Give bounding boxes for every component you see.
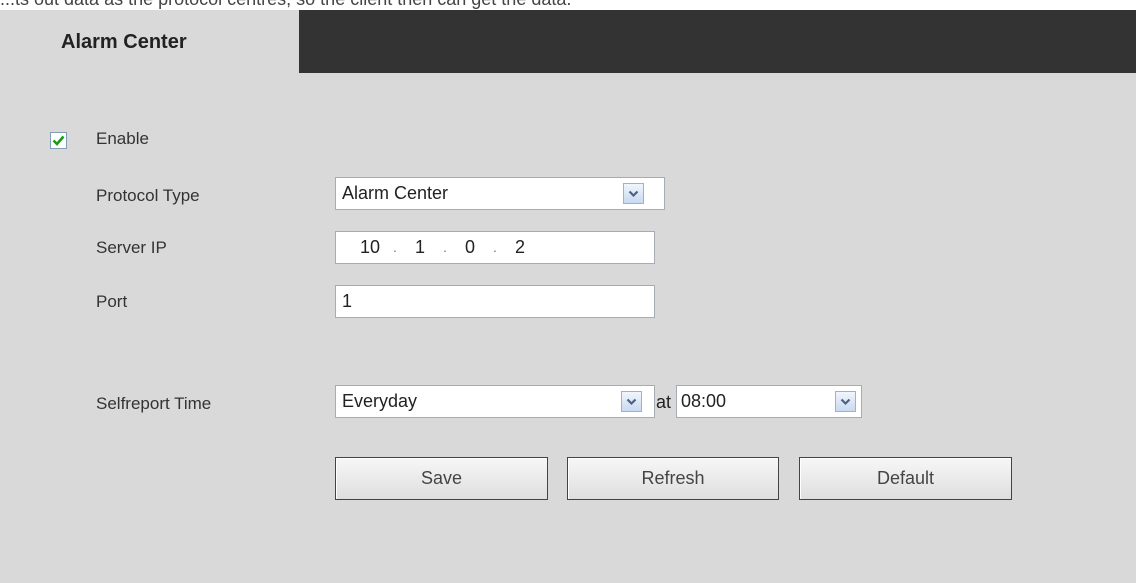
protocol-type-dropdown-button[interactable] (623, 183, 644, 204)
protocol-type-label: Protocol Type (96, 186, 200, 205)
chevron-down-icon (626, 398, 637, 405)
selfreport-time-value: 08:00 (681, 391, 727, 411)
ip-separator: . (393, 239, 397, 255)
default-button[interactable]: Default (799, 457, 1012, 500)
ip-octet-2[interactable]: 1 (408, 232, 432, 263)
enable-label: Enable (96, 129, 149, 148)
protocol-type-value: Alarm Center (342, 183, 449, 203)
tab-bar: Alarm Center (0, 10, 1136, 73)
cropped-description-text: ...ts out data as the protocol centres, … (0, 0, 1136, 10)
protocol-type-select[interactable]: Alarm Center (335, 177, 665, 210)
selfreport-time-label: Selfreport Time (96, 394, 212, 413)
selfreport-day-value: Everyday (342, 391, 418, 411)
ip-octet-3[interactable]: 0 (458, 232, 482, 263)
alarm-center-panel: Alarm Center Enable Protocol Type Alarm … (0, 10, 1136, 583)
ip-octet-4[interactable]: 2 (508, 232, 532, 263)
enable-checkbox[interactable] (50, 132, 67, 149)
check-icon (52, 135, 65, 146)
refresh-button[interactable]: Refresh (567, 457, 779, 500)
ip-separator: . (493, 239, 497, 255)
selfreport-day-dropdown-button[interactable] (621, 391, 642, 412)
at-label: at (656, 392, 672, 412)
selfreport-time-dropdown-button[interactable] (835, 391, 856, 412)
ip-separator: . (443, 239, 447, 255)
ip-octet-1[interactable]: 10 (358, 232, 382, 263)
selfreport-day-select[interactable]: Everyday (335, 385, 655, 418)
server-ip-label: Server IP (96, 238, 167, 257)
tab-alarm-center[interactable]: Alarm Center (0, 10, 299, 73)
port-input[interactable]: 1 (335, 285, 655, 318)
selfreport-time-select[interactable]: 08:00 (676, 385, 862, 418)
save-button[interactable]: Save (335, 457, 548, 500)
port-label: Port (96, 292, 128, 311)
server-ip-input[interactable]: 10 . 1 . 0 . 2 (335, 231, 655, 264)
chevron-down-icon (840, 398, 851, 405)
chevron-down-icon (628, 190, 639, 197)
